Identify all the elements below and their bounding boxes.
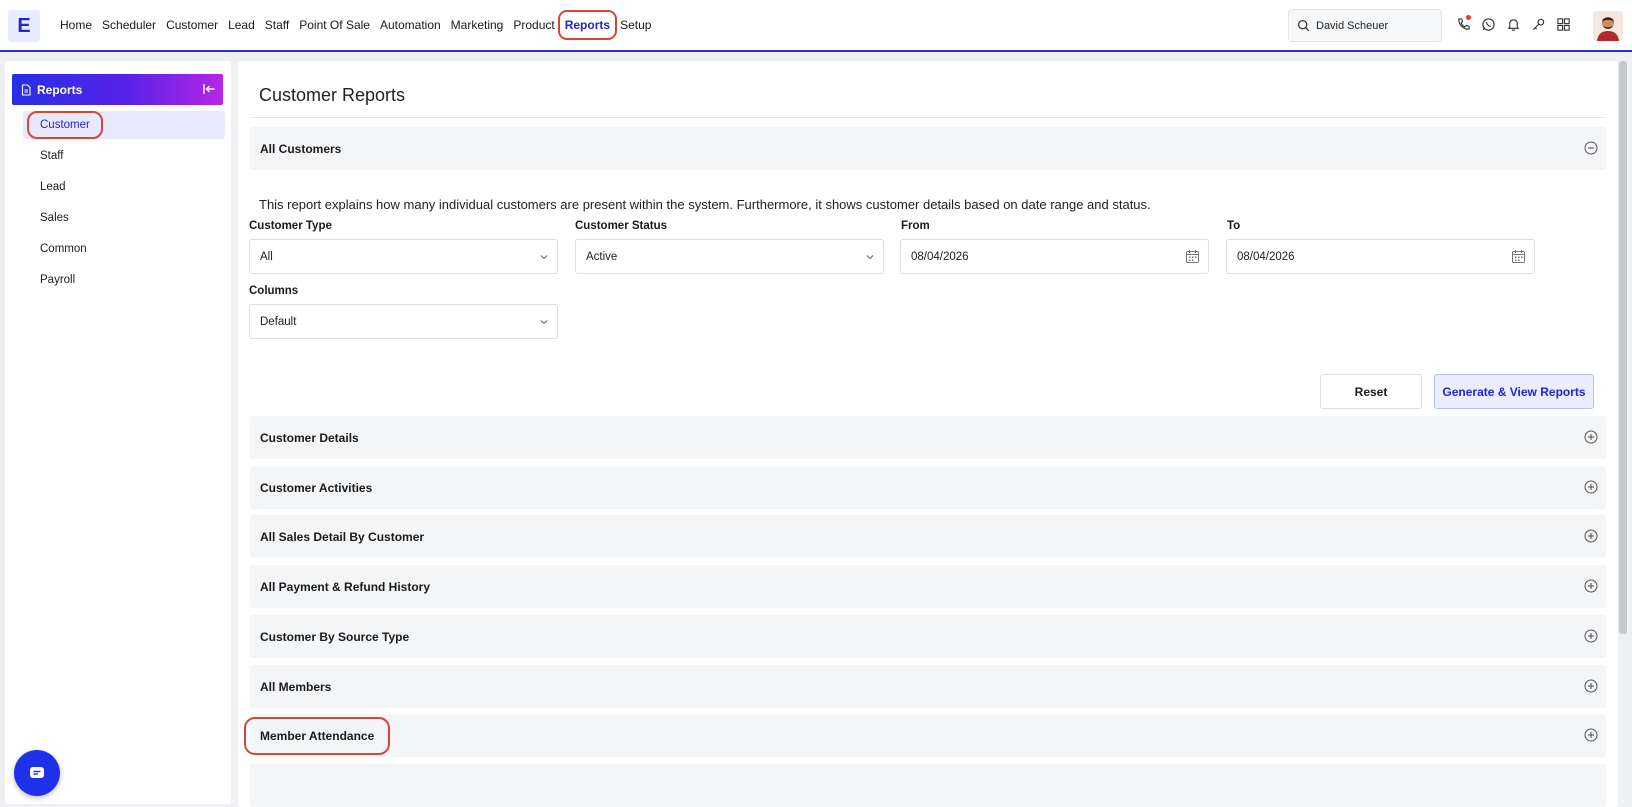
page-title: Customer Reports: [259, 85, 406, 105]
columns-label: Columns: [249, 285, 299, 297]
expand-icon[interactable]: [1584, 480, 1598, 494]
chat-support-button[interactable]: [14, 750, 60, 796]
sidebar-item-staff[interactable]: Staff: [23, 142, 230, 170]
section-all-members[interactable]: All Members: [250, 665, 1606, 708]
section-all-customers[interactable]: All Customers: [250, 127, 1606, 170]
top-navbar: E Home Scheduler Customer Lead Staff Poi…: [0, 0, 1632, 52]
collapse-icon[interactable]: [1584, 141, 1598, 155]
from-date-input[interactable]: 08/04/2026: [900, 239, 1209, 274]
to-date-label: To: [1227, 220, 1241, 232]
search-input[interactable]: David Scheuer: [1288, 9, 1442, 42]
phone-icon[interactable]: [1454, 15, 1472, 33]
reset-button[interactable]: Reset: [1320, 374, 1422, 409]
section-payment-refund-history[interactable]: All Payment & Refund History: [250, 565, 1606, 608]
section-member-attendance[interactable]: Member Attendance: [243, 714, 1606, 757]
expand-icon[interactable]: [1584, 579, 1598, 593]
chevron-down-icon: [866, 255, 874, 260]
sidebar-item-customer[interactable]: Customer: [23, 111, 225, 139]
section-title: All Customers: [260, 141, 342, 156]
expand-icon[interactable]: [1584, 679, 1598, 693]
to-date-input[interactable]: 08/04/2026: [1226, 239, 1535, 274]
key-icon[interactable]: [1529, 15, 1547, 33]
nav-setup[interactable]: Setup: [615, 16, 656, 34]
calendar-icon[interactable]: [1185, 249, 1200, 264]
nav-customer[interactable]: Customer: [161, 16, 223, 34]
from-date-label: From: [901, 220, 930, 232]
bell-icon[interactable]: [1504, 15, 1522, 33]
chevron-down-icon: [540, 320, 548, 325]
nav-automation[interactable]: Automation: [375, 16, 446, 34]
sidebar-item-lead[interactable]: Lead: [23, 173, 230, 201]
nav-marketing[interactable]: Marketing: [446, 16, 509, 34]
nav-lead[interactable]: Lead: [223, 16, 260, 34]
customer-type-label: Customer Type: [249, 220, 332, 232]
nav-point-of-sale[interactable]: Point Of Sale: [294, 16, 375, 34]
sidebar: Reports Customer Staff Lead Sales Common…: [5, 61, 231, 804]
expand-icon[interactable]: [1584, 430, 1598, 444]
customer-status-select[interactable]: Active: [575, 239, 884, 274]
calendar-icon[interactable]: [1511, 249, 1526, 264]
divider: [250, 117, 1606, 118]
header-icons: [1454, 15, 1572, 33]
nav-reports[interactable]: Reports: [557, 10, 618, 40]
customer-status-label: Customer Status: [575, 220, 668, 232]
chat-icon: [30, 767, 44, 778]
section-customer-details[interactable]: Customer Details: [250, 416, 1606, 459]
section-customer-by-source[interactable]: Customer By Source Type: [250, 615, 1606, 658]
nav-home[interactable]: Home: [55, 16, 97, 34]
expand-icon[interactable]: [1584, 728, 1598, 742]
main-panel: Customer Reports All Customers This repo…: [238, 61, 1618, 807]
notification-dot: [1466, 15, 1471, 20]
nav-staff[interactable]: Staff: [260, 16, 294, 34]
main-nav: Home Scheduler Customer Lead Staff Point…: [55, 0, 656, 50]
search-icon: [1298, 20, 1310, 32]
expand-icon[interactable]: [1584, 629, 1598, 643]
columns-select[interactable]: Default: [249, 304, 558, 339]
whatsapp-icon[interactable]: [1479, 15, 1497, 33]
chevron-down-icon: [540, 255, 548, 260]
main-scrollbar[interactable]: [1619, 61, 1627, 634]
nav-scheduler[interactable]: Scheduler: [97, 16, 161, 34]
sidebar-title: Reports: [37, 82, 83, 97]
section-all-sales-detail[interactable]: All Sales Detail By Customer: [250, 515, 1606, 558]
sidebar-item-payroll[interactable]: Payroll: [23, 266, 230, 294]
generate-report-button[interactable]: Generate & View Reports: [1434, 374, 1594, 409]
collapse-sidebar-icon[interactable]: [202, 82, 216, 96]
nav-product[interactable]: Product: [508, 16, 559, 34]
report-icon: [21, 83, 31, 96]
section-next-partial: [250, 764, 1606, 807]
apps-grid-icon[interactable]: [1554, 15, 1572, 33]
sidebar-header: Reports: [12, 74, 223, 105]
user-avatar[interactable]: [1593, 11, 1623, 41]
sidebar-item-common[interactable]: Common: [23, 235, 230, 263]
search-value: David Scheuer: [1316, 19, 1389, 32]
expand-icon[interactable]: [1584, 529, 1598, 543]
report-description: This report explains how many individual…: [259, 197, 1151, 212]
customer-type-select[interactable]: All: [249, 239, 558, 274]
section-customer-activities[interactable]: Customer Activities: [250, 466, 1606, 509]
app-logo[interactable]: E: [8, 10, 40, 42]
sidebar-item-sales[interactable]: Sales: [23, 204, 230, 232]
sidebar-menu: Customer Staff Lead Sales Common Payroll: [23, 111, 230, 297]
